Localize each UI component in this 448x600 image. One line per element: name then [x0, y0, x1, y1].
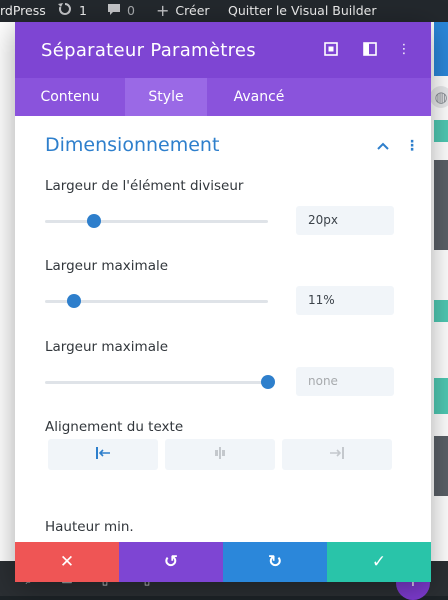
right-strip-gray-2	[434, 436, 448, 496]
modal-footer: ✕ ↺ ↻ ✓	[15, 542, 431, 582]
text-alignment-control	[48, 439, 392, 470]
split-view-icon[interactable]	[361, 40, 379, 58]
slider-handle[interactable]	[66, 294, 81, 308]
checkmark-icon: ✓	[371, 552, 387, 572]
redo-icon: ↻	[267, 552, 283, 572]
max-width-input[interactable]: 11%	[296, 286, 394, 315]
admin-bar-site[interactable]: rdPress	[0, 0, 46, 22]
exit-label: Quitter le Visual Builder	[228, 3, 377, 18]
more-options-icon[interactable]: ⋮	[395, 40, 413, 58]
exit-visual-builder-link[interactable]: Quitter le Visual Builder	[228, 0, 376, 22]
modal-title: Séparateur Paramètres	[41, 40, 256, 61]
max-width-input-2[interactable]: none	[296, 367, 394, 396]
align-center-button[interactable]	[165, 439, 275, 470]
right-strip-teal-2	[434, 300, 448, 322]
field-label-text-alignment: Alignement du texte	[45, 419, 184, 435]
right-strip-teal	[434, 120, 448, 142]
field-label-max-width-2: Largeur maximale	[45, 339, 169, 355]
comments-count: 0	[127, 3, 135, 18]
new-item[interactable]: + Créer	[156, 0, 210, 22]
modal-body: Dimensionnement ⋮ Largeur de l'élément d…	[15, 116, 431, 542]
tab-avance[interactable]: Avancé	[207, 78, 311, 116]
admin-bar: rdPress 1 0 + Créer Quitter le Visual Bu…	[0, 0, 448, 22]
slider-handle[interactable]	[87, 214, 102, 228]
field-label-divider-width: Largeur de l'élément diviseur	[45, 178, 244, 194]
section-title[interactable]: Dimensionnement	[45, 134, 219, 156]
fullscreen-icon[interactable]	[322, 40, 340, 58]
comment-icon	[107, 3, 121, 20]
globe-icon[interactable]: ◍	[430, 86, 448, 108]
align-right-icon	[329, 446, 345, 463]
modal-header: Séparateur Paramètres ⋮	[15, 22, 431, 78]
settings-modal: Séparateur Paramètres ⋮ Contenu Style Av…	[15, 22, 431, 582]
site-name[interactable]: rdPress	[0, 4, 46, 18]
undo-icon: ↺	[163, 552, 179, 572]
max-width-slider[interactable]	[45, 294, 268, 308]
field-label-min-height: Hauteur min.	[45, 519, 134, 535]
new-label: Créer	[175, 3, 210, 18]
align-left-button[interactable]	[48, 439, 158, 470]
redo-button[interactable]: ↻	[223, 542, 327, 582]
tab-style[interactable]: Style	[125, 78, 207, 116]
close-icon: ✕	[59, 552, 75, 572]
save-button[interactable]: ✓	[327, 542, 431, 582]
right-strip-gray	[434, 160, 448, 250]
undo-button[interactable]: ↺	[119, 542, 223, 582]
field-label-max-width: Largeur maximale	[45, 258, 169, 274]
updates-icon	[57, 2, 73, 20]
updates-count: 1	[79, 3, 87, 18]
divider-width-input[interactable]: 20px	[296, 206, 394, 235]
plus-icon: +	[156, 1, 170, 20]
divider-width-slider[interactable]	[45, 214, 268, 228]
cancel-button[interactable]: ✕	[15, 542, 119, 582]
section-menu-icon[interactable]: ⋮	[405, 138, 419, 154]
right-strip-blue	[434, 22, 448, 76]
slider-handle[interactable]	[261, 375, 275, 389]
tab-contenu[interactable]: Contenu	[15, 78, 125, 116]
chevron-up-icon[interactable]	[377, 138, 389, 154]
right-strip-teal-3	[434, 378, 448, 414]
max-width-slider-2[interactable]	[45, 375, 275, 389]
comments-item[interactable]: 0	[107, 0, 135, 22]
align-center-icon	[212, 446, 228, 463]
modal-tabs: Contenu Style Avancé	[15, 78, 431, 116]
align-left-icon	[95, 446, 111, 463]
updates-item[interactable]: 1	[57, 0, 87, 22]
align-right-button[interactable]	[282, 439, 392, 470]
